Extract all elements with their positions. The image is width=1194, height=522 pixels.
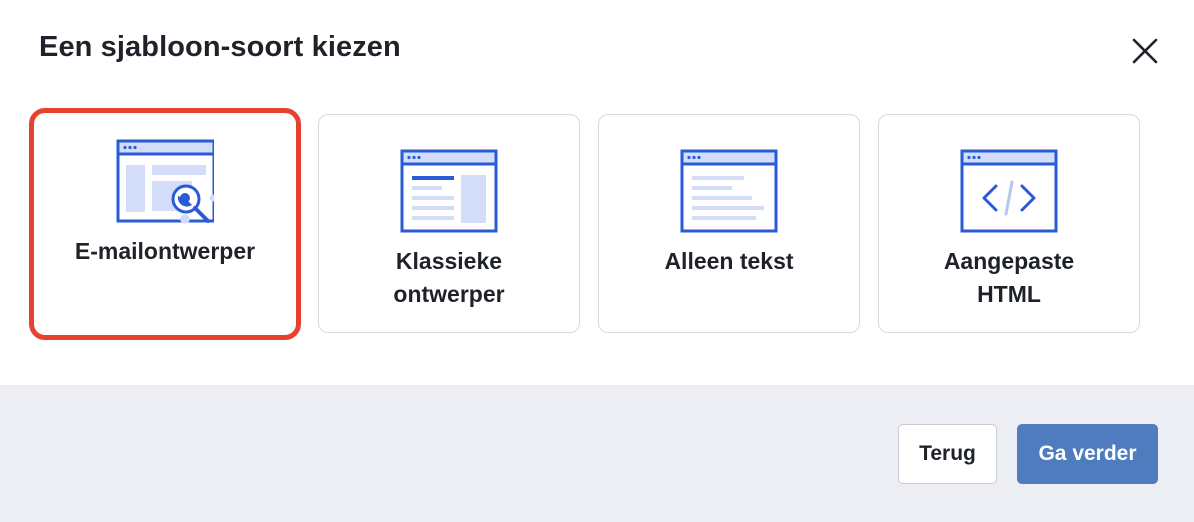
template-card-label: Aangepaste HTML	[943, 248, 1075, 307]
template-type-dialog: Een sjabloon-soort kiezen E-mailontwerpe…	[0, 0, 1194, 522]
template-card-label: Alleen tekst	[664, 248, 794, 274]
template-card-label: E-mailontwerper	[74, 238, 256, 264]
template-card-classic-designer[interactable]: Klassieke ontwerper	[318, 114, 580, 333]
dialog-header: Een sjabloon-soort kiezen	[0, 0, 1194, 110]
continue-button[interactable]: Ga verder	[1017, 424, 1158, 484]
template-card-label: Klassieke ontwerper	[393, 248, 505, 307]
template-card-email-designer[interactable]: E-mailontwerper	[29, 108, 301, 340]
close-icon	[1132, 38, 1158, 64]
template-card-text-only[interactable]: Alleen tekst	[598, 114, 860, 333]
dialog-footer: Terug Ga verder	[0, 385, 1194, 522]
email-designer-icon	[116, 139, 214, 224]
custom-html-icon	[960, 149, 1058, 233]
text-only-icon	[680, 149, 778, 233]
classic-designer-icon	[400, 149, 498, 233]
back-button[interactable]: Terug	[898, 424, 997, 484]
dialog-title: Een sjabloon-soort kiezen	[39, 31, 401, 63]
template-card-custom-html[interactable]: Aangepaste HTML	[878, 114, 1140, 333]
close-button[interactable]	[1126, 32, 1164, 70]
